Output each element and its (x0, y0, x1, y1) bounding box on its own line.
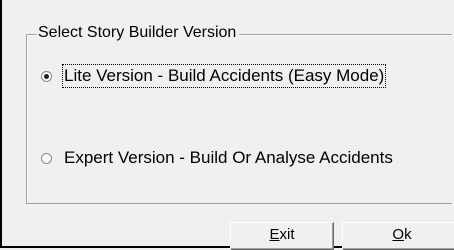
version-groupbox (26, 34, 452, 204)
lite-version-label[interactable]: Lite Version - Build Accidents (Easy Mod… (61, 64, 387, 88)
version-select-dialog: Select Story Builder Version Lite Versio… (0, 0, 454, 250)
ok-button[interactable]: Ok (342, 222, 454, 250)
expert-version-radio[interactable] (41, 152, 52, 164)
lite-version-radio[interactable] (41, 70, 52, 82)
ok-label: k (404, 226, 412, 243)
lite-version-option[interactable]: Lite Version - Build Accidents (Easy Mod… (41, 64, 387, 88)
expert-version-option[interactable]: Expert Version - Build Or Analyse Accide… (41, 146, 394, 170)
exit-button[interactable]: Exit (230, 222, 334, 250)
groupbox-title: Select Story Builder Version (36, 23, 240, 43)
exit-label: xit (279, 226, 295, 243)
expert-version-label[interactable]: Expert Version - Build Or Analyse Accide… (63, 147, 394, 169)
ok-mnemonic: O (392, 226, 405, 243)
exit-mnemonic: E (269, 226, 280, 243)
